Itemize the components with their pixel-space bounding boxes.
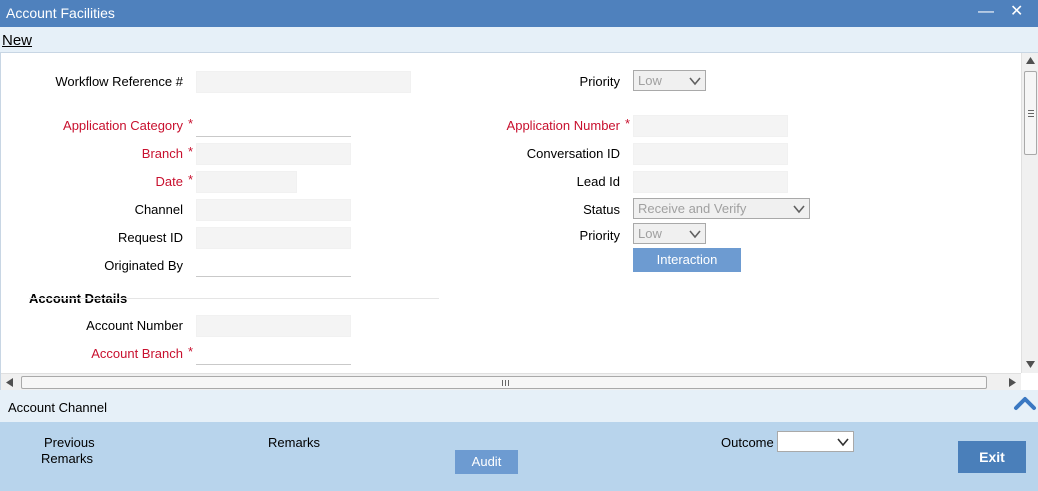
application-category-label: Application Category [63,118,183,133]
application-number-field[interactable] [633,115,788,137]
lead-id-field[interactable] [633,171,788,193]
lead-id-label: Lead Id [576,174,620,189]
date-field[interactable] [196,171,297,193]
date-label: Date [155,174,183,189]
outcome-select[interactable] [777,431,854,452]
originated-by-label: Originated By [104,258,183,273]
channel-field[interactable] [196,199,351,221]
status-label: Status [583,202,620,217]
request-id-field[interactable] [196,227,351,249]
workflow-reference-label: Workflow Reference # [55,74,183,89]
toolbar: New [0,27,1038,53]
required-marker: * [188,144,194,159]
scroll-left-icon[interactable] [6,378,13,387]
priority-select[interactable]: Low [633,70,706,91]
required-marker: * [188,116,194,131]
exit-button[interactable]: Exit [958,441,1026,473]
priority-label: Priority [579,74,620,89]
account-channel-label: Account Channel [8,400,108,415]
priority-select-2[interactable]: Low [633,223,706,244]
account-number-field[interactable] [196,315,351,337]
scroll-down-icon[interactable] [1026,361,1035,368]
audit-button[interactable]: Audit [455,450,518,474]
chevron-down-icon [689,230,701,239]
chevron-down-icon [793,205,805,214]
new-link[interactable]: New [2,32,32,49]
remarks-link[interactable]: Remarks [268,435,320,450]
section-divider [29,298,439,299]
priority-label-2: Priority [579,228,620,243]
account-branch-label: Account Branch [91,346,183,361]
chevron-down-icon [689,77,701,86]
channel-label: Channel [134,202,183,217]
required-marker: * [188,172,194,187]
outcome-label: Outcome [721,435,774,450]
branch-label: Branch [141,146,183,161]
window-title-bar: Account Facilities — ✕ [0,0,1038,27]
branch-field[interactable] [196,143,351,165]
chevron-down-icon [837,438,849,447]
minimize-icon[interactable]: — [978,2,994,22]
application-category-field[interactable] [196,115,351,137]
close-icon[interactable]: ✕ [1010,2,1023,22]
vertical-scroll-thumb[interactable] [1024,71,1037,155]
required-marker: * [188,344,194,359]
conversation-id-field[interactable] [633,143,788,165]
status-select[interactable]: Receive and Verify [633,198,810,219]
account-channel-bar: Account Channel [0,390,1038,422]
required-marker: * [625,116,631,131]
vertical-scrollbar[interactable] [1021,53,1038,373]
footer-panel: Previous Remarks Remarks Audit Outcome E… [0,422,1038,491]
window-title: Account Facilities [6,5,115,21]
workflow-reference-field[interactable] [196,71,411,93]
interaction-button[interactable]: Interaction [633,248,741,272]
request-id-label: Request ID [117,230,183,245]
originated-by-field[interactable] [196,255,351,277]
scroll-right-icon[interactable] [1009,378,1016,387]
conversation-id-label: Conversation ID [526,146,620,161]
scroll-up-icon[interactable] [1026,57,1035,64]
account-branch-field[interactable] [196,343,351,365]
horizontal-scroll-thumb[interactable] [21,376,987,389]
chevron-up-icon[interactable] [1012,392,1038,414]
horizontal-scrollbar[interactable] [1,373,1021,390]
previous-remarks-link[interactable]: Previous [44,435,95,450]
account-number-label: Account Number [86,318,183,333]
form-area: Workflow Reference # Application Categor… [0,53,1038,390]
previous-remarks-link-2[interactable]: Remarks [41,451,93,466]
application-number-label: Application Number [506,118,620,133]
